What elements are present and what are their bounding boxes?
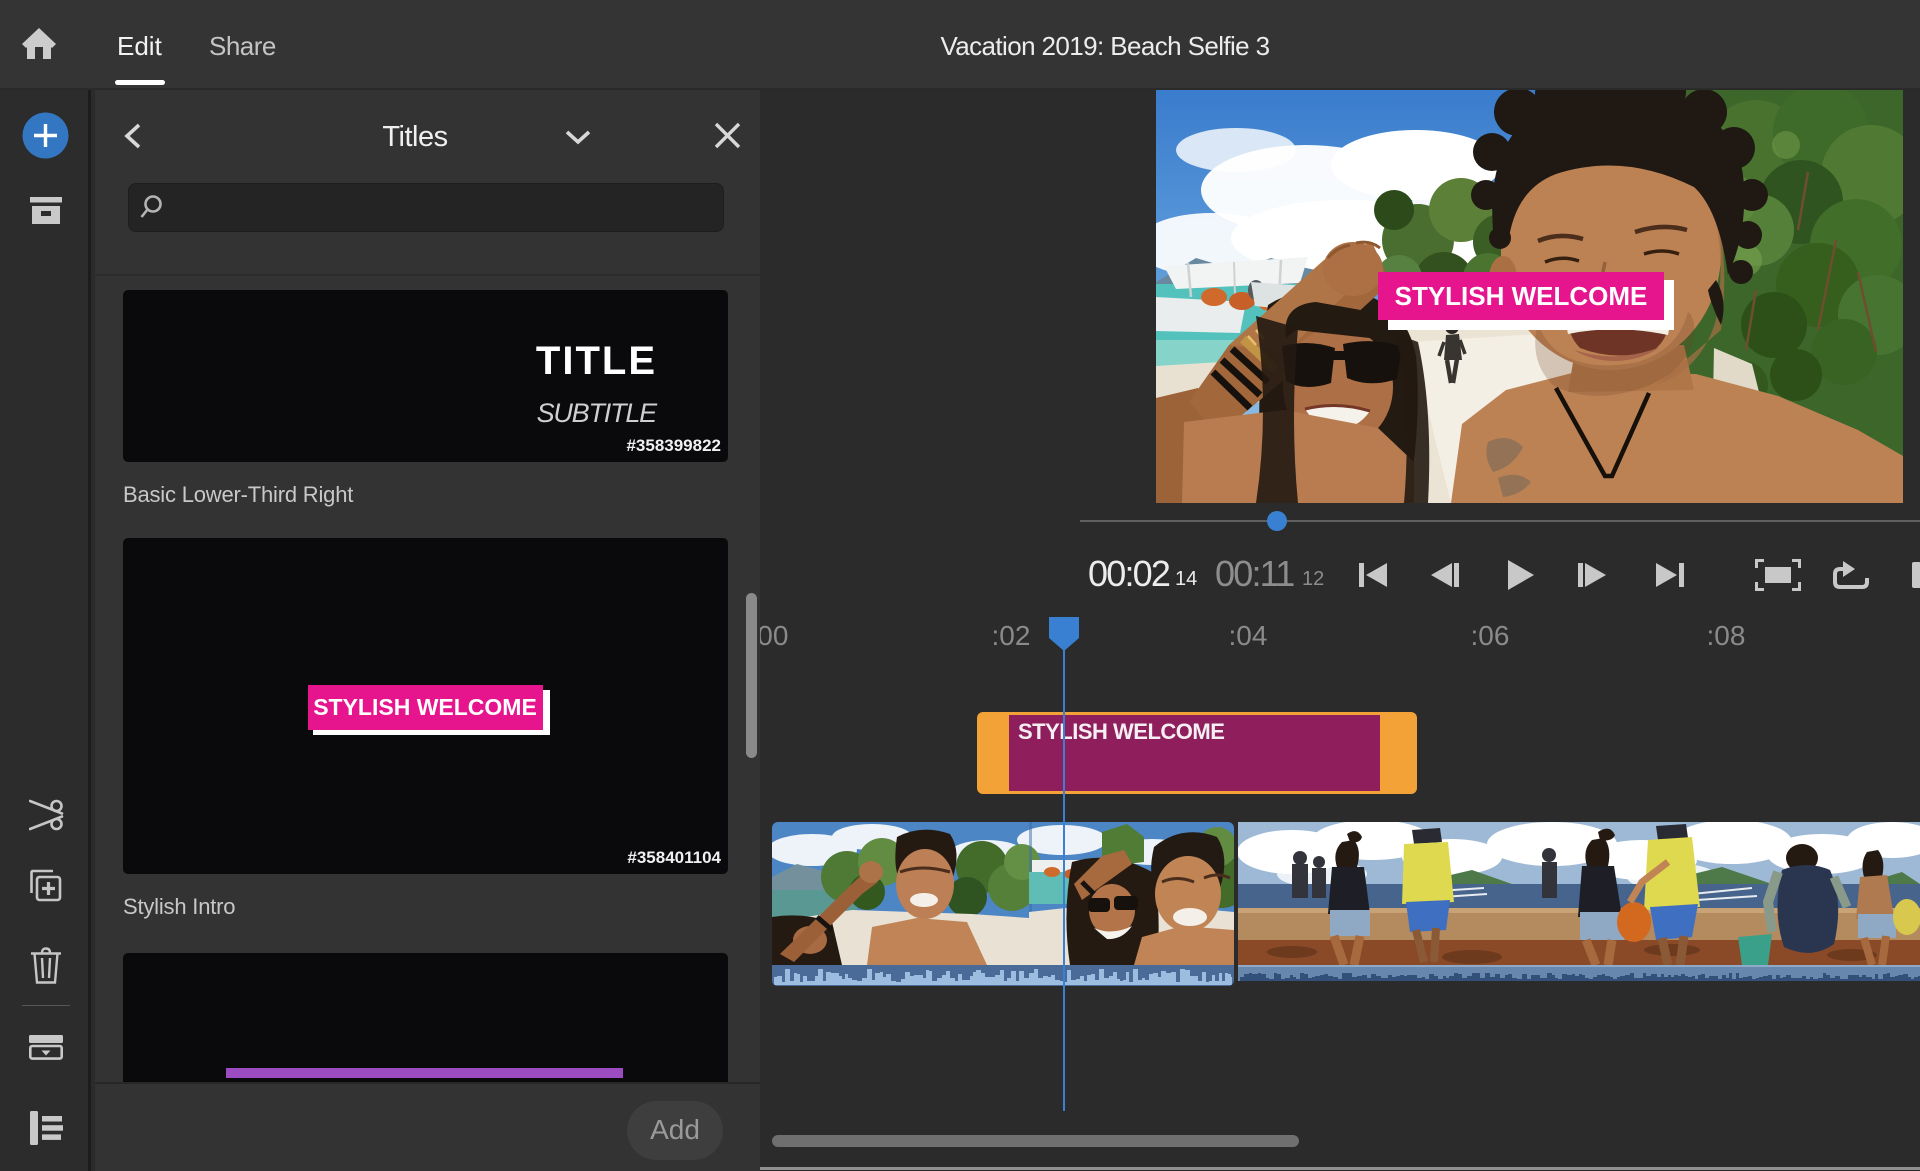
svg-text:STYLISH WELCOME: STYLISH WELCOME bbox=[1395, 281, 1648, 311]
